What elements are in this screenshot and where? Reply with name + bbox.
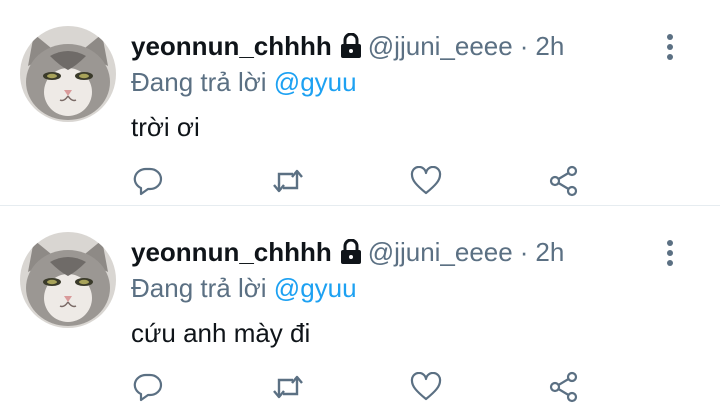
reply-prefix: Đang trả lời bbox=[131, 67, 267, 97]
tweet-actions bbox=[0, 370, 720, 404]
like-icon bbox=[410, 166, 442, 195]
timestamp[interactable]: 2h bbox=[535, 30, 564, 62]
like-button[interactable] bbox=[409, 164, 443, 198]
reply-mention-link[interactable]: @gyuu bbox=[274, 67, 357, 97]
tweet-text: trời ơi bbox=[131, 112, 200, 142]
more-options-icon[interactable] bbox=[660, 236, 680, 270]
avatar[interactable] bbox=[20, 26, 116, 122]
tweet[interactable]: yeonnun_chhhh @jjuni_eeee · 2h Đang trả … bbox=[0, 206, 720, 412]
tweet-actions bbox=[0, 164, 720, 198]
tweet-header: yeonnun_chhhh @jjuni_eeee · 2h bbox=[131, 236, 564, 268]
share-button[interactable] bbox=[547, 370, 581, 404]
share-icon bbox=[549, 165, 578, 197]
retweet-icon bbox=[273, 169, 303, 193]
avatar[interactable] bbox=[20, 232, 116, 328]
user-handle[interactable]: @jjuni_eeee bbox=[368, 236, 513, 268]
replying-to: Đang trả lời @gyuu bbox=[131, 66, 357, 98]
reply-button[interactable] bbox=[131, 370, 165, 404]
share-icon bbox=[549, 371, 578, 403]
reply-button[interactable] bbox=[131, 164, 165, 198]
more-options-icon[interactable] bbox=[660, 30, 680, 64]
cat-avatar-icon bbox=[20, 26, 116, 122]
reply-prefix: Đang trả lời bbox=[131, 273, 267, 303]
separator-dot: · bbox=[519, 237, 529, 267]
retweet-icon bbox=[273, 375, 303, 399]
lock-icon bbox=[340, 238, 362, 265]
reply-icon bbox=[133, 167, 163, 196]
display-name[interactable]: yeonnun_chhhh bbox=[131, 30, 332, 62]
tweet-header: yeonnun_chhhh @jjuni_eeee · 2h bbox=[131, 30, 564, 62]
tweet[interactable]: yeonnun_chhhh @jjuni_eeee · 2h Đang trả … bbox=[0, 0, 720, 206]
share-button[interactable] bbox=[547, 164, 581, 198]
like-button[interactable] bbox=[409, 370, 443, 404]
timestamp[interactable]: 2h bbox=[535, 236, 564, 268]
user-handle[interactable]: @jjuni_eeee bbox=[368, 30, 513, 62]
lock-icon bbox=[340, 32, 362, 59]
retweet-button[interactable] bbox=[271, 370, 305, 404]
replying-to: Đang trả lời @gyuu bbox=[131, 272, 357, 304]
tweet-text: cứu anh mày đi bbox=[131, 318, 311, 348]
reply-icon bbox=[133, 373, 163, 402]
reply-mention-link[interactable]: @gyuu bbox=[274, 273, 357, 303]
separator-dot: · bbox=[519, 31, 529, 61]
retweet-button[interactable] bbox=[271, 164, 305, 198]
cat-avatar-icon bbox=[20, 232, 116, 328]
display-name[interactable]: yeonnun_chhhh bbox=[131, 236, 332, 268]
like-icon bbox=[410, 372, 442, 401]
